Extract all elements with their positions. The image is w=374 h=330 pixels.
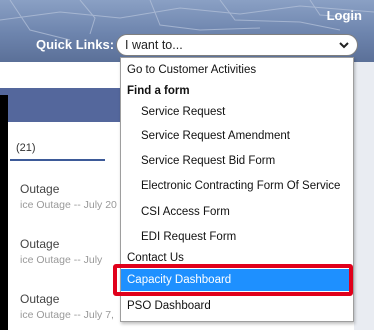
right-panel-strip bbox=[354, 62, 374, 330]
option-service-request[interactable]: Service Request bbox=[121, 101, 353, 123]
feed-item-subtitle: ice Outage -- July 20 bbox=[20, 199, 117, 211]
feed-item[interactable]: Outage ice Outage -- July bbox=[20, 237, 102, 266]
site-header: Login Quick Links: I want to... bbox=[0, 0, 374, 62]
feed-item-title: Outage bbox=[20, 237, 60, 251]
option-electronic-contracting-form[interactable]: Electronic Contracting Form Of Service bbox=[121, 175, 353, 197]
quick-links-label: Quick Links: bbox=[36, 37, 115, 52]
feed-item-subtitle: ice Outage -- July bbox=[20, 254, 103, 266]
feed-item[interactable]: Outage ice Outage -- July 20 bbox=[20, 182, 117, 211]
select-value: I want to... bbox=[125, 38, 183, 52]
feed-item-title: Outage bbox=[20, 292, 60, 306]
feed-item[interactable]: Outage ice Outage -- July 7, bbox=[20, 292, 114, 321]
nav-band bbox=[0, 88, 130, 122]
option-service-request-bid-form[interactable]: Service Request Bid Form bbox=[121, 150, 353, 172]
active-tab-underline bbox=[10, 159, 105, 161]
left-sidebar-edge bbox=[0, 95, 8, 330]
option-pso-dashboard[interactable]: PSO Dashboard bbox=[121, 295, 353, 317]
group-find-a-form: Find a form bbox=[127, 85, 190, 97]
feed-item-title: Outage bbox=[20, 182, 60, 196]
tab-count[interactable]: (21) bbox=[16, 142, 36, 154]
quick-links-select[interactable]: I want to... bbox=[116, 34, 358, 56]
option-edi-request-form[interactable]: EDI Request Form bbox=[121, 226, 353, 248]
chevron-down-icon bbox=[339, 42, 349, 49]
highlight-annotation bbox=[113, 264, 353, 296]
option-go-to-customer-activities[interactable]: Go to Customer Activities bbox=[121, 59, 353, 81]
option-csi-access-form[interactable]: CSI Access Form bbox=[121, 201, 353, 223]
option-service-request-amendment[interactable]: Service Request Amendment bbox=[121, 125, 353, 147]
feed-item-subtitle: ice Outage -- July 7, bbox=[20, 309, 114, 321]
login-link[interactable]: Login bbox=[327, 8, 362, 23]
